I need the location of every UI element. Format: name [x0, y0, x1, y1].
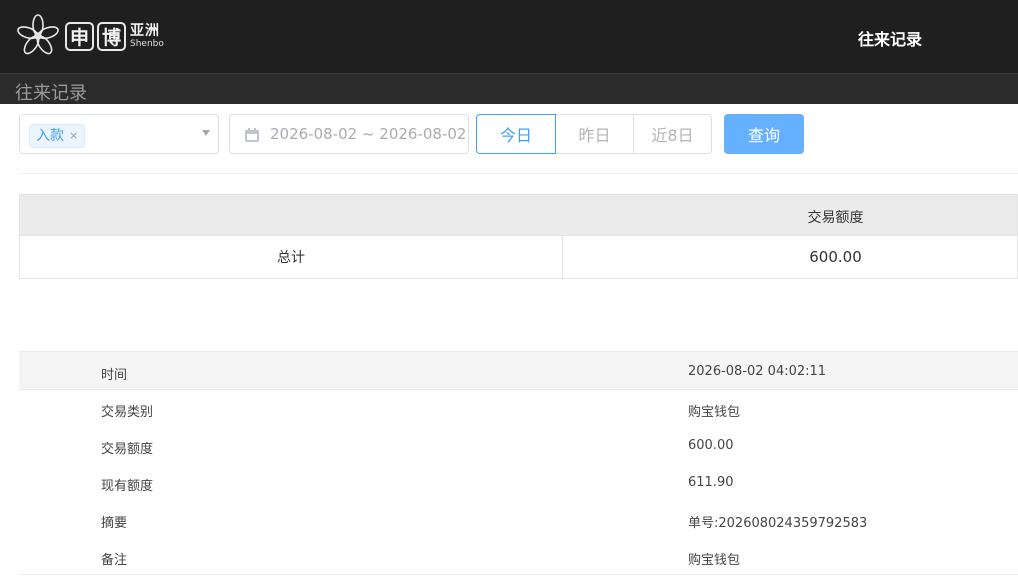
type-tag: 入款 × [29, 124, 86, 148]
logo-cn-text: 亚洲 [130, 22, 160, 39]
summary-row: 总计 600.00 [19, 236, 1018, 279]
summary-table: 交易额度 总计 600.00 [19, 194, 1018, 279]
date-range-text: 2026-08-02 ~ 2026-08-02 [270, 125, 467, 143]
page-title: 往来记录 [857, 30, 922, 49]
logo-char-box: 申 [65, 21, 94, 51]
detail-label: 备注 [101, 553, 128, 568]
detail-row: 交易额度 600.00 [19, 427, 1018, 464]
logo[interactable]: 申 博 亚洲 Shenbo [14, 12, 164, 60]
flower-logo-icon [17, 14, 59, 55]
detail-value: 611.90 [688, 475, 734, 490]
logo-en-text: Shenbo [130, 38, 164, 49]
summary-header-amount: 交易额度 [807, 210, 864, 226]
caret-down-icon[interactable] [202, 130, 210, 136]
quick-range-group: 今日 昨日 近8日 [476, 114, 712, 154]
logo-char-box: 博 [97, 21, 126, 51]
divider [19, 173, 1018, 174]
detail-label: 交易额度 [101, 442, 154, 457]
summary-total-value: 600.00 [809, 248, 862, 266]
detail-row: 时间 2026-08-02 04:02:11 [19, 352, 1018, 390]
detail-value: 购宝钱包 [688, 405, 741, 420]
detail-table: 时间 2026-08-02 04:02:11 交易类别 购宝钱包 交易额度 60… [19, 351, 1018, 575]
detail-row: 备注 购宝钱包 [19, 538, 1018, 575]
detail-label: 交易类别 [101, 405, 154, 420]
type-tag-label: 入款 [36, 128, 64, 144]
summary-header: 交易额度 [19, 194, 1018, 236]
summary-total-label: 总计 [20, 236, 563, 278]
detail-row: 交易类别 购宝钱包 [19, 390, 1018, 427]
tag-close-icon[interactable]: × [69, 125, 78, 147]
detail-value: 单号:202608024359792583 [688, 516, 868, 531]
logo-text: 亚洲 Shenbo [130, 24, 164, 49]
breadcrumb: 往来记录 [15, 83, 87, 104]
type-select[interactable]: 入款 × [19, 114, 219, 154]
detail-value: 2026-08-02 04:02:11 [688, 364, 827, 379]
today-button[interactable]: 今日 [476, 114, 556, 154]
top-header: 申 博 亚洲 Shenbo 往来记录 [0, 0, 1018, 73]
detail-label: 现有额度 [101, 479, 154, 494]
detail-label: 摘要 [101, 516, 128, 531]
detail-value: 购宝钱包 [688, 553, 741, 568]
yesterday-button[interactable]: 昨日 [555, 114, 634, 154]
calendar-icon [245, 128, 259, 142]
detail-value: 600.00 [688, 438, 734, 453]
last-8-days-button[interactable]: 近8日 [633, 114, 712, 154]
breadcrumb-bar: 往来记录 [0, 73, 1018, 104]
date-range-picker[interactable]: 2026-08-02 ~ 2026-08-02 [229, 114, 469, 154]
detail-label: 时间 [101, 368, 128, 383]
query-button[interactable]: 查询 [724, 114, 804, 154]
detail-row: 摘要 单号:202608024359792583 [19, 501, 1018, 538]
detail-row: 现有额度 611.90 [19, 464, 1018, 501]
